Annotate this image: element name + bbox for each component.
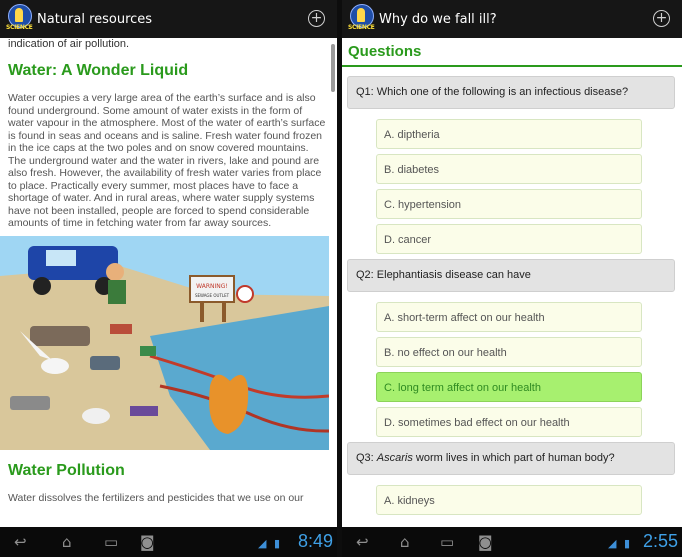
action-bar: SCIENCE Natural resources + — [0, 0, 337, 38]
question-3-prefix: Q3: — [356, 452, 377, 464]
section-heading-water: Water: A Wonder Liquid — [8, 62, 189, 79]
home-icon[interactable]: ⌂ — [62, 534, 72, 550]
quiz-title: Questions — [348, 43, 422, 60]
warning-sign-text: WARNING! — [196, 283, 228, 290]
logo-text: SCIENCE — [6, 24, 33, 31]
usb-icon: ◢ — [608, 537, 617, 550]
usb-icon: ◢ — [258, 537, 267, 550]
science-logo[interactable]: SCIENCE — [6, 4, 33, 34]
status-clock: 2:55 — [642, 531, 678, 551]
recent-apps-icon[interactable]: ▭ — [104, 534, 118, 550]
quiz-content[interactable]: Questions Q1: Which one of the following… — [342, 38, 682, 527]
camera-icon[interactable]: ◙ — [140, 534, 155, 550]
status-clock: 8:49 — [297, 531, 333, 551]
camera-icon[interactable]: ◙ — [478, 534, 493, 550]
add-icon[interactable]: + — [653, 10, 670, 27]
recent-apps-icon[interactable]: ▭ — [440, 534, 454, 550]
option-q2-a[interactable]: A. short-term affect on our health — [376, 302, 642, 332]
signal-icon: ▮ — [624, 537, 631, 550]
question-2: Q2: Elephantiasis disease can have — [347, 259, 675, 292]
warning-sign-subtext: SEWAGE OUTLET — [195, 293, 230, 298]
app-title: Natural resources — [37, 11, 153, 27]
option-q2-b[interactable]: B. no effect on our health — [376, 337, 642, 367]
logo-figure-icon — [357, 8, 365, 22]
section-body-water: Water occupies a very large area of the … — [8, 92, 326, 229]
option-q1-a[interactable]: A. diptheria — [376, 119, 642, 149]
logo-text: SCIENCE — [348, 24, 375, 31]
add-icon[interactable]: + — [308, 10, 325, 27]
question-3: Q3: Ascaris worm lives in which part of … — [347, 442, 675, 475]
option-q1-d[interactable]: D. cancer — [376, 224, 642, 254]
title-divider — [342, 65, 682, 67]
system-nav-bar: ↩ ⌂ ▭ ◙ ◢ ▮ 2:55 — [342, 527, 682, 557]
option-q1-c[interactable]: C. hypertension — [376, 189, 642, 219]
back-icon[interactable]: ↩ — [356, 534, 369, 550]
logo-figure-icon — [15, 8, 23, 22]
options-q1: A. diptheria B. diabetes C. hypertension… — [342, 109, 682, 254]
beach-pollution-image: WARNING! SEWAGE OUTLET — [0, 235, 329, 450]
left-phone-screen: SCIENCE Natural resources + indication o… — [0, 0, 337, 557]
question-3-suffix: worm lives in which part of human body? — [412, 452, 615, 464]
app-title: Why do we fall ill? — [379, 11, 497, 27]
article-content[interactable]: indication of air pollution. Water: A Wo… — [0, 38, 337, 527]
section-heading-pollution: Water Pollution — [8, 461, 125, 479]
option-q3-a[interactable]: A. kidneys — [376, 485, 642, 515]
option-q2-c-selected[interactable]: C. long term affect on our health — [376, 372, 642, 402]
options-q3: A. kidneys — [342, 475, 682, 515]
scrollbar[interactable] — [331, 44, 335, 92]
pollution-illustration: WARNING! SEWAGE OUTLET — [0, 235, 329, 450]
right-phone-screen: SCIENCE Why do we fall ill? + Questions … — [342, 0, 682, 557]
action-bar: SCIENCE Why do we fall ill? + — [342, 0, 682, 38]
signal-icon: ▮ — [274, 537, 281, 550]
home-icon[interactable]: ⌂ — [400, 534, 410, 550]
options-q2: A. short-term affect on our health B. no… — [342, 292, 682, 437]
back-icon[interactable]: ↩ — [14, 534, 27, 550]
section-body-pollution: Water dissolves the fertilizers and pest… — [8, 491, 304, 504]
option-q2-d[interactable]: D. sometimes bad effect on our health — [376, 407, 642, 437]
question-1: Q1: Which one of the following is an inf… — [347, 76, 675, 109]
science-logo[interactable]: SCIENCE — [348, 4, 375, 34]
text-fragment: indication of air pollution. — [8, 38, 130, 50]
system-nav-bar: ↩ ⌂ ▭ ◙ ◢ ▮ 8:49 — [0, 527, 337, 557]
option-q1-b[interactable]: B. diabetes — [376, 154, 642, 184]
question-3-italic: Ascaris — [376, 452, 413, 464]
